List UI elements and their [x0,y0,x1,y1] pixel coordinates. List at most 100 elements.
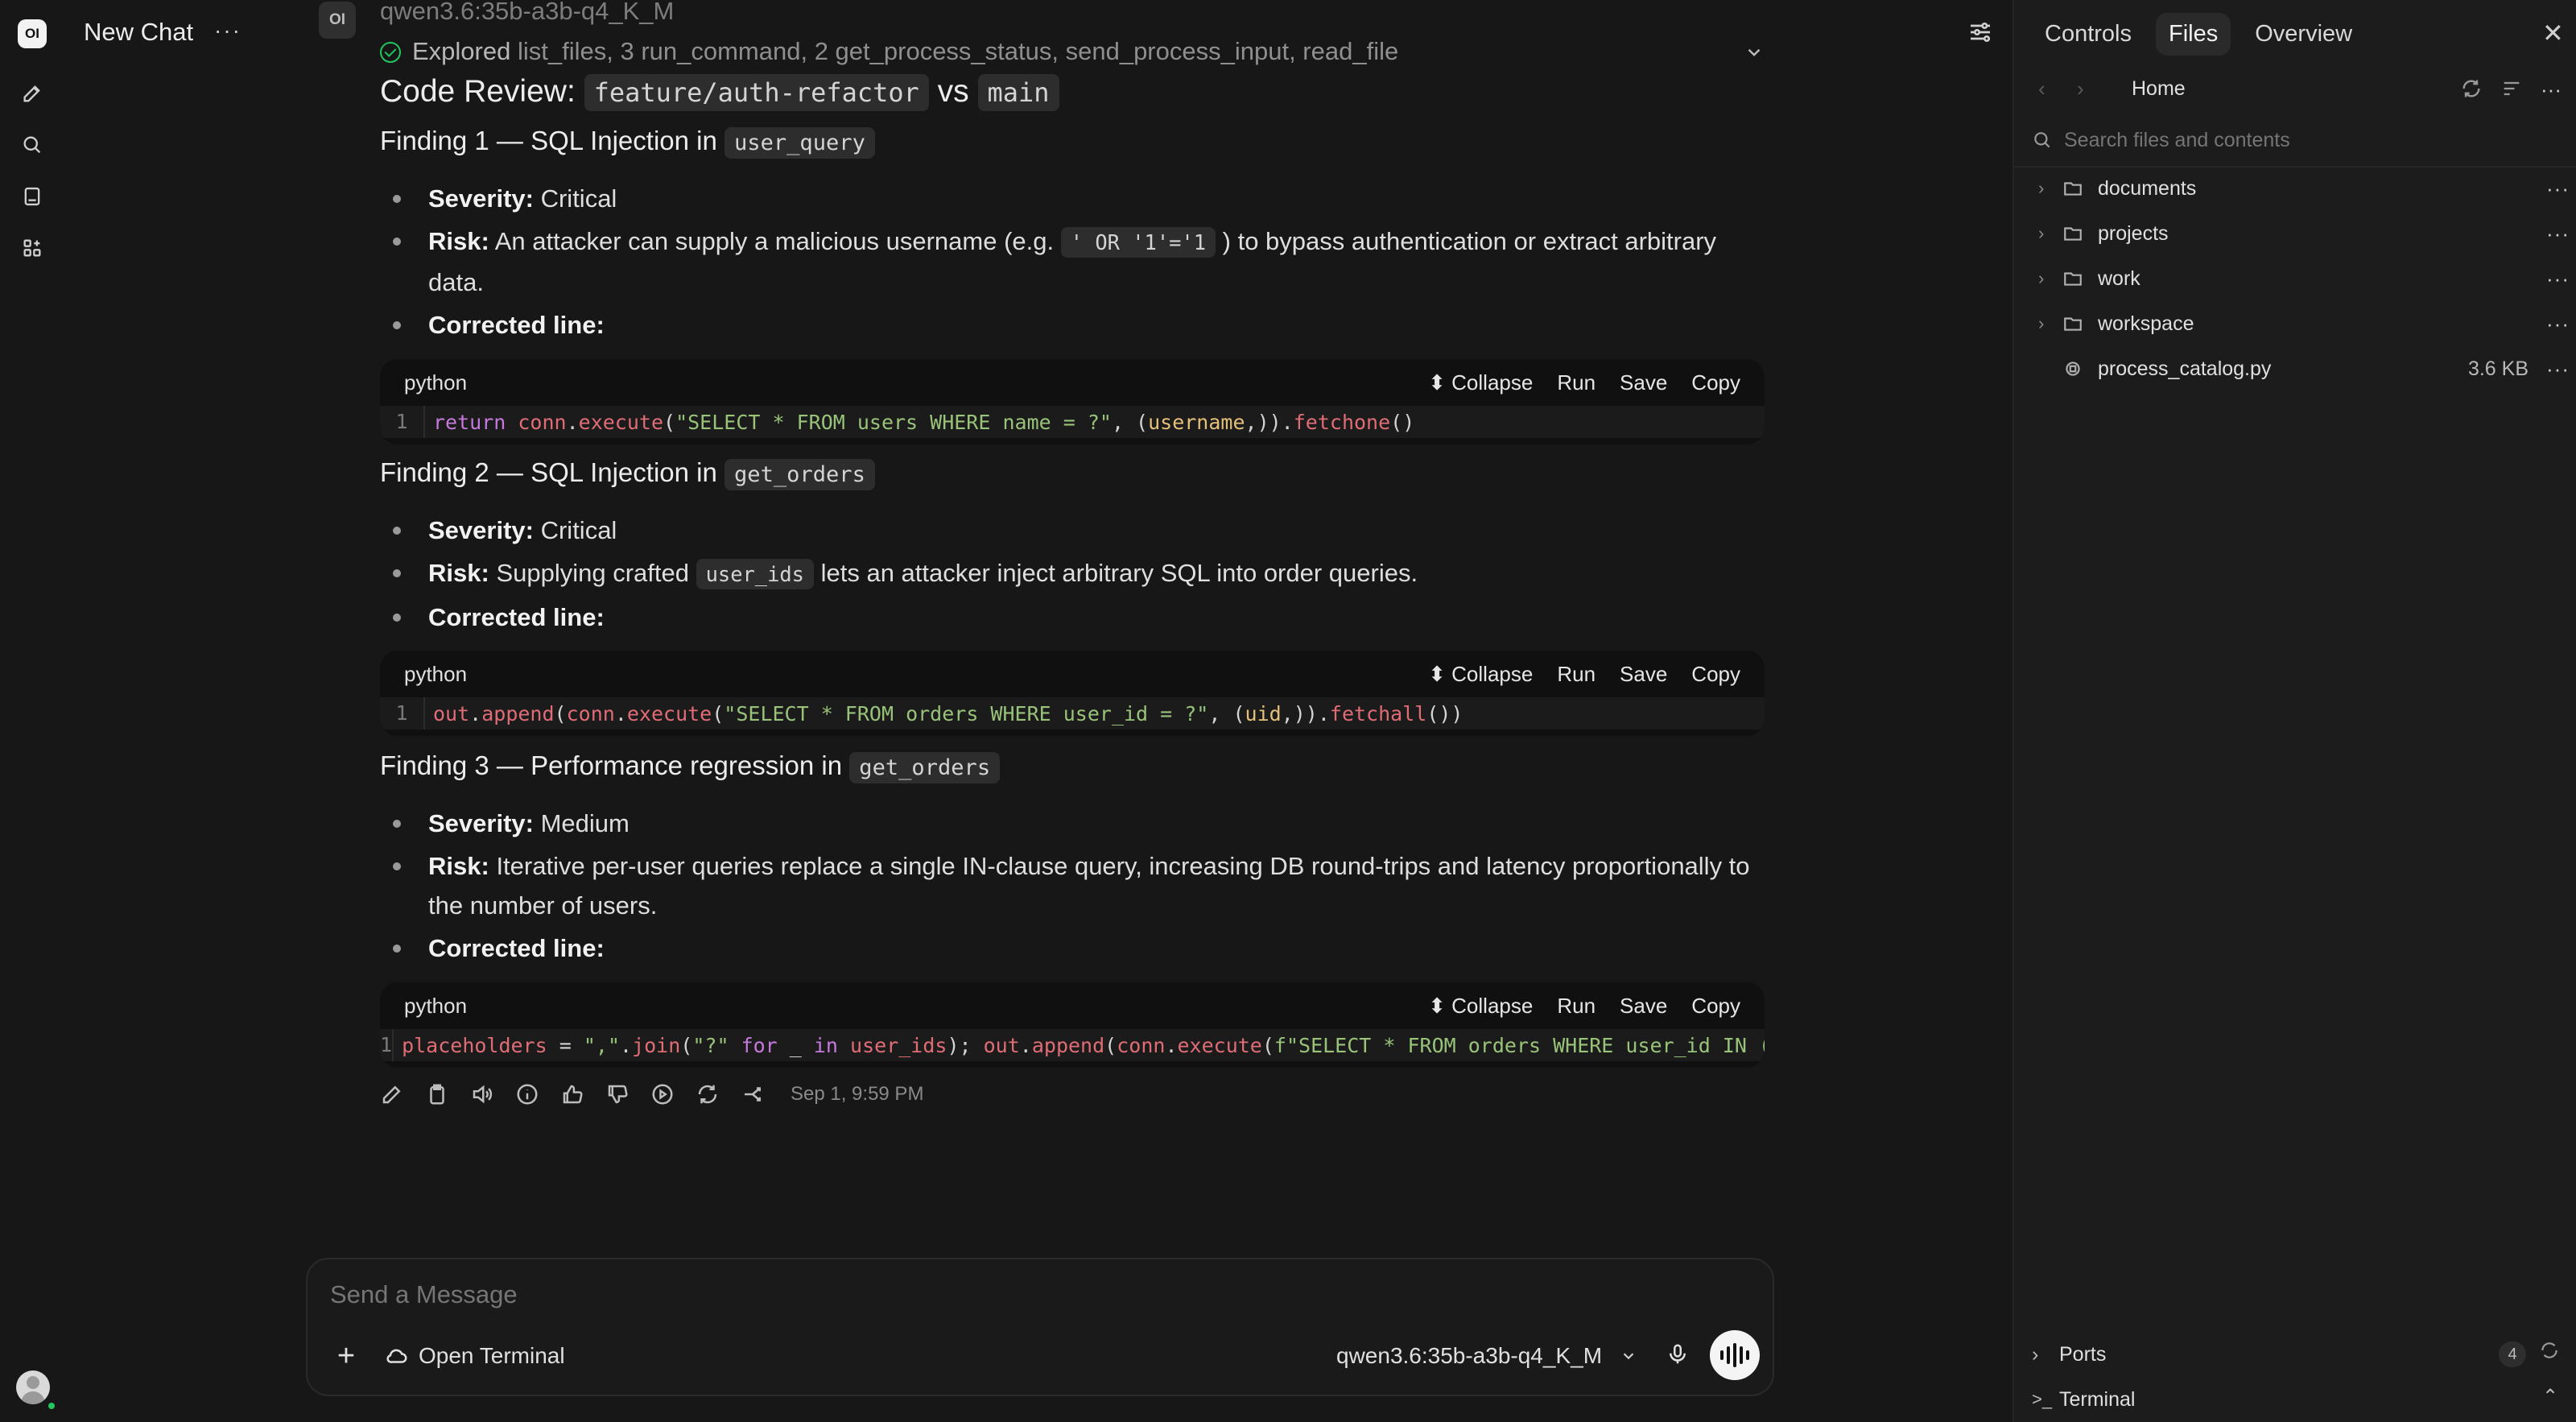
app-logo[interactable]: OI [18,19,47,48]
expand-chevron-icon[interactable]: › [2038,268,2062,289]
refresh-icon[interactable] [2460,77,2483,104]
file-row-documents[interactable]: › documents ··· [2038,171,2570,206]
terminal-prompt-icon: >_ [2032,1389,2053,1409]
model-selector[interactable]: qwen3.6:35b-a3b-q4_K_M [1336,1343,1637,1369]
collapse-button[interactable]: ⬍ Collapse [1428,662,1533,687]
side-panel: Controls Files Overview ✕ ‹ › Home ··· ›… [2013,0,2576,1422]
explored-label: Explored [412,37,511,65]
close-icon[interactable]: ✕ [2542,18,2564,48]
online-status-dot [47,1401,56,1411]
model-avatar: OI [319,2,356,39]
copy-button[interactable]: Copy [1691,370,1740,395]
file-row-process-catalog[interactable]: process_catalog.py 3.6 KB ··· [2038,351,2570,387]
folder-icon [2062,223,2098,244]
copy-button[interactable]: Copy [1691,994,1740,1019]
message-actions: Sep 1, 9:59 PM [380,1082,923,1106]
terminal-section[interactable]: >_ Terminal ⌃ [2032,1383,2563,1416]
thumbs-down-icon[interactable] [605,1082,630,1106]
more-options-icon[interactable]: ··· [2541,77,2562,104]
expand-chevron-icon[interactable]: › [2038,178,2062,199]
info-icon[interactable] [515,1082,539,1106]
copy-button[interactable]: Copy [1691,662,1740,687]
tab-controls[interactable]: Controls [2032,13,2145,56]
ports-label: Ports [2059,1342,2107,1366]
row-more-icon[interactable]: ··· [2546,357,2570,382]
tab-overview[interactable]: Overview [2242,13,2365,56]
chat-menu-icon[interactable]: ··· [214,18,242,43]
file-row-work[interactable]: › work ··· [2038,261,2570,296]
message-timestamp: Sep 1, 9:59 PM [791,1083,924,1105]
expand-chevron-icon: › [2032,1342,2039,1366]
refresh-icon[interactable] [2539,1340,2560,1366]
severity-item: Severity: Critical [380,511,1765,550]
branch-name: feature/auth-refactor [584,74,929,111]
file-row-projects[interactable]: › projects ··· [2038,216,2570,251]
corrected-item: Corrected line: [380,597,1765,637]
branch-icon[interactable] [741,1082,765,1106]
attach-plus-button[interactable]: + [330,1339,362,1373]
chevron-up-icon[interactable]: ⌃ [2542,1385,2558,1408]
row-more-icon[interactable]: ··· [2546,267,2570,291]
run-button[interactable]: Run [1557,994,1596,1019]
notes-icon[interactable] [16,180,48,213]
base-branch: main [977,74,1059,111]
row-more-icon[interactable]: ··· [2546,312,2570,337]
finding-details: Severity: Medium Risk: Iterative per-use… [380,804,1765,971]
ports-count-badge: 4 [2499,1341,2526,1367]
cloud-icon [386,1349,407,1363]
microphone-icon[interactable] [1662,1338,1694,1370]
speaker-icon[interactable] [470,1082,494,1106]
open-terminal-button[interactable]: Open Terminal [385,1343,565,1369]
ports-section[interactable]: › Ports 4 [2032,1338,2563,1370]
save-button[interactable]: Save [1620,994,1667,1019]
review-heading: Code Review: feature/auth-refactor vs ma… [380,74,1059,111]
file-search-input[interactable] [2064,128,2547,152]
row-more-icon[interactable]: ··· [2546,176,2570,201]
code-block: python ⬍ Collapse Run Save Copy 1 placeh… [380,982,1765,1068]
file-row-workspace[interactable]: › workspace ··· [2038,306,2570,341]
sort-icon[interactable] [2500,77,2523,104]
clipboard-copy-icon[interactable] [425,1082,449,1106]
model-name: qwen3.6:35b-a3b-q4_K_M [380,0,675,25]
expand-chevron-icon[interactable]: › [2038,313,2062,334]
chevron-down-icon[interactable] [1744,42,1765,63]
thumbs-up-icon[interactable] [560,1082,584,1106]
regenerate-icon[interactable] [696,1082,720,1106]
save-button[interactable]: Save [1620,370,1667,395]
code-language: python [404,993,468,1018]
edit-pencil-icon[interactable] [380,1082,404,1106]
code-language: python [404,661,468,686]
tab-files[interactable]: Files [2156,13,2231,56]
collapse-button[interactable]: ⬍ Collapse [1428,994,1533,1019]
tool-activity-summary[interactable]: Explored list_files, 3 run_command, 2 ge… [380,37,1398,66]
forward-chevron-icon[interactable]: › [2077,76,2116,101]
check-circle-icon [380,42,401,63]
breadcrumb-home[interactable]: Home [2132,77,2186,101]
chevron-down-icon [1623,1353,1634,1360]
user-avatar[interactable] [16,1370,50,1404]
workspace-grid-icon[interactable] [16,232,48,264]
code-block: python ⬍ Collapse Run Save Copy 1 return… [380,359,1765,444]
save-button[interactable]: Save [1620,662,1667,687]
collapse-button[interactable]: ⬍ Collapse [1428,370,1533,395]
finding-heading: Finding 3 — Performance regression in ge… [380,750,1001,783]
voice-mode-button[interactable] [1710,1330,1760,1380]
search-icon[interactable] [16,129,48,161]
continue-play-icon[interactable] [650,1082,675,1106]
chat-title[interactable]: New Chat [84,18,193,47]
run-button[interactable]: Run [1557,370,1596,395]
message-input[interactable] [330,1280,1699,1309]
finding-details: Severity: Critical Risk: An attacker can… [380,179,1765,348]
risk-item: Risk: Supplying crafted user_ids lets an… [380,553,1765,594]
new-chat-pencil-icon[interactable] [16,77,48,110]
severity-item: Severity: Medium [380,804,1765,843]
controls-sliders-icon[interactable] [1964,16,1996,48]
file-name: work [2098,267,2140,290]
run-button[interactable]: Run [1557,662,1596,687]
folder-icon [2062,268,2098,289]
expand-chevron-icon[interactable]: › [2038,223,2062,244]
back-chevron-icon[interactable]: ‹ [2038,76,2077,101]
file-name: workspace [2098,312,2194,335]
row-more-icon[interactable]: ··· [2546,221,2570,246]
line-number: 1 [380,697,425,730]
